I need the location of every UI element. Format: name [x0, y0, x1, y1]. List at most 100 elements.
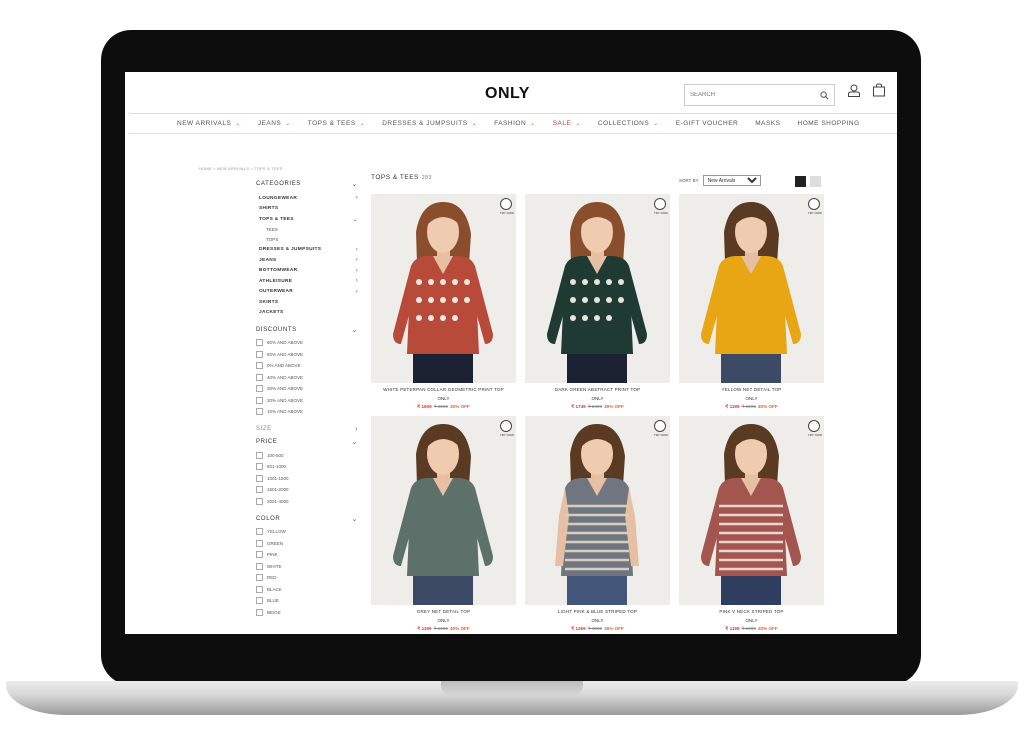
color-option[interactable]: BEIGE	[256, 607, 358, 619]
category-item[interactable]: SHIRTS	[256, 204, 358, 215]
color-option[interactable]: YELLOW	[256, 526, 358, 538]
product-name[interactable]: PINK V NECK STRIPED TOP	[679, 609, 824, 615]
product-card[interactable]: TRY NOW LIGHT PINK & BLUE STRIPED TOP ONLY…	[525, 416, 670, 632]
nav-item-4[interactable]: FASHION ⌄	[494, 120, 536, 127]
search-box[interactable]	[684, 84, 835, 106]
product-image[interactable]	[679, 416, 824, 605]
categories-header[interactable]: CATEGORIES ⌄	[256, 178, 358, 189]
nav-item-7[interactable]: E-GIFT VOUCHER	[676, 120, 739, 127]
color-header[interactable]: COLOR ⌄	[256, 513, 358, 524]
category-item[interactable]: LOUNGEWEAR ›	[256, 193, 358, 204]
color-option[interactable]: PINK	[256, 549, 358, 561]
price-option[interactable]: 100-500	[256, 450, 358, 462]
nav-item-8[interactable]: MASKS	[755, 120, 780, 127]
category-item[interactable]: DRESSES & JUMPSUITS ›	[256, 245, 358, 256]
try-on-icon[interactable]	[808, 198, 820, 210]
discount-option[interactable]: 60% AND ABOVE	[256, 337, 358, 349]
checkbox[interactable]	[256, 339, 263, 347]
color-option[interactable]: BLACK	[256, 584, 358, 596]
product-name[interactable]: YELLOW NET DETAIL TOP	[679, 387, 824, 393]
checkbox[interactable]	[256, 463, 263, 471]
checkbox[interactable]	[256, 608, 263, 616]
product-card[interactable]: TRY NOW PINK V NECK STRIPED TOP ONLY ₹ 1199…	[679, 416, 824, 632]
grid-view-large-icon[interactable]	[795, 176, 806, 187]
product-name[interactable]: LIGHT PINK & BLUE STRIPED TOP	[525, 609, 670, 615]
checkbox[interactable]	[256, 597, 263, 605]
category-item[interactable]: SKIRTS	[256, 297, 358, 308]
try-on-icon[interactable]	[500, 420, 512, 432]
discounts-header[interactable]: DISCOUNTS ⌄	[256, 324, 358, 335]
user-account-icon[interactable]	[847, 84, 861, 97]
category-item[interactable]: JEANS ›	[256, 255, 358, 266]
product-image-frame[interactable]: TRY NOW	[525, 416, 670, 605]
grid-view-small-icon[interactable]	[810, 176, 821, 187]
category-item[interactable]: TOPS & TEES ⌄	[256, 214, 358, 225]
size-header[interactable]: SIZE ›	[256, 424, 358, 435]
discount-option[interactable]: 40% AND ABOVE	[256, 372, 358, 384]
discount-option[interactable]: 10% AND ABOVE	[256, 406, 358, 418]
color-option[interactable]: WHITE	[256, 561, 358, 573]
try-on-icon[interactable]	[654, 420, 666, 432]
category-item[interactable]: ATHLEISURE ›	[256, 276, 358, 287]
color-option[interactable]: RED	[256, 572, 358, 584]
subcategory-item[interactable]: TOPS	[256, 235, 358, 245]
search-input[interactable]	[690, 92, 800, 98]
checkbox[interactable]	[256, 474, 263, 482]
product-image-frame[interactable]: TRY NOW	[679, 194, 824, 383]
price-option[interactable]: 501-1000	[256, 461, 358, 473]
subcategory-item[interactable]: TEES	[256, 225, 358, 235]
try-on-icon[interactable]	[500, 198, 512, 210]
price-header[interactable]: PRICE ⌄	[256, 437, 358, 448]
search-icon[interactable]	[820, 90, 829, 100]
try-on-icon[interactable]	[654, 198, 666, 210]
product-image[interactable]	[525, 416, 670, 605]
discount-option[interactable]: 0% AND ABOVE	[256, 360, 358, 372]
checkbox[interactable]	[256, 396, 263, 404]
checkbox[interactable]	[256, 539, 263, 547]
product-image-frame[interactable]: TRY NOW	[371, 194, 516, 383]
checkbox[interactable]	[256, 362, 263, 370]
checkbox[interactable]	[256, 486, 263, 494]
product-image-frame[interactable]: TRY NOW	[371, 416, 516, 605]
nav-item-5[interactable]: SALE ⌄	[553, 120, 581, 127]
discount-option[interactable]: 50% AND ABOVE	[256, 349, 358, 361]
breadcrumb[interactable]: HOME > NEW ARRIVALS > TOPS & TEES	[199, 166, 282, 171]
checkbox[interactable]	[256, 562, 263, 570]
price-option[interactable]: 1001-1500	[256, 473, 358, 485]
product-image[interactable]	[371, 194, 516, 383]
nav-item-3[interactable]: DRESSES & JUMPSUITS ⌄	[382, 120, 477, 127]
color-option[interactable]: GREEN	[256, 538, 358, 550]
nav-item-6[interactable]: COLLECTIONS ⌄	[598, 120, 659, 127]
price-option[interactable]: 1501-2000	[256, 484, 358, 496]
product-card[interactable]: TRY NOW YELLOW NET DETAIL TOP ONLY ₹ 1199 ₹ …	[679, 194, 824, 410]
product-card[interactable]: TRY NOW WHITE PETERPAN COLLAR GEOMETRIC P…	[371, 194, 516, 410]
checkbox[interactable]	[256, 385, 263, 393]
price-option[interactable]: 2001-4000	[256, 496, 358, 508]
checkbox[interactable]	[256, 551, 263, 559]
product-card[interactable]: TRY NOW DARK GREEN ABSTRACT PRINT TOP ONLY…	[525, 194, 670, 410]
shopping-bag-icon[interactable]	[872, 83, 886, 97]
product-image-frame[interactable]: TRY NOW	[525, 194, 670, 383]
category-item[interactable]: JACKETS	[256, 308, 358, 319]
checkbox[interactable]	[256, 373, 263, 381]
checkbox[interactable]	[256, 451, 263, 459]
product-name[interactable]: GREY NET DETAIL TOP	[371, 609, 516, 615]
nav-item-9[interactable]: HOME SHOPPING	[798, 120, 860, 127]
color-option[interactable]: BLUE	[256, 595, 358, 607]
product-image[interactable]	[525, 194, 670, 383]
product-image-frame[interactable]: TRY NOW	[679, 416, 824, 605]
checkbox[interactable]	[256, 574, 263, 582]
nav-item-1[interactable]: JEANS ⌄	[258, 120, 291, 127]
checkbox[interactable]	[256, 408, 263, 416]
discount-option[interactable]: 30% AND ABOVE	[256, 383, 358, 395]
nav-item-0[interactable]: NEW ARRIVALS ⌄	[177, 120, 241, 127]
try-on-icon[interactable]	[808, 420, 820, 432]
category-item[interactable]: BOTTOMWEAR ›	[256, 266, 358, 277]
product-name[interactable]: DARK GREEN ABSTRACT PRINT TOP	[525, 387, 670, 393]
checkbox[interactable]	[256, 497, 263, 505]
product-image[interactable]	[679, 194, 824, 383]
product-image[interactable]	[371, 416, 516, 605]
checkbox[interactable]	[256, 350, 263, 358]
checkbox[interactable]	[256, 528, 263, 536]
product-name[interactable]: WHITE PETERPAN COLLAR GEOMETRIC PRINT TO…	[371, 387, 516, 393]
